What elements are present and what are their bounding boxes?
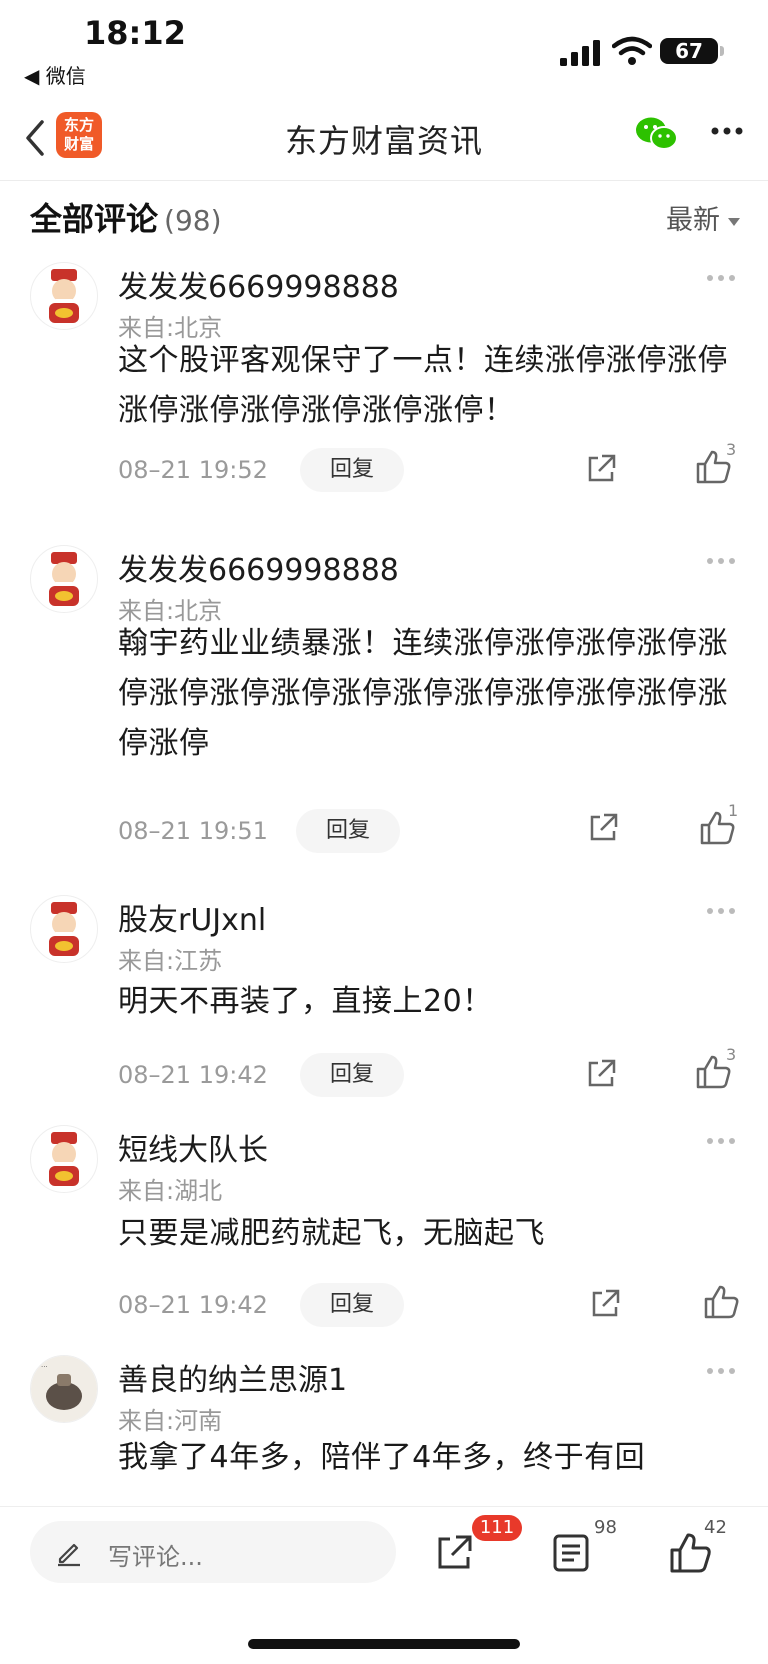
location: 来自:河南: [118, 1407, 223, 1435]
comment-item: 短线大队长 来自:湖北 只要是减肥药就起飞，无脑起飞 08–21 19:42 回…: [0, 1125, 768, 1327]
comment-more-icon[interactable]: [706, 1367, 736, 1375]
username[interactable]: 短线大队长: [118, 1125, 268, 1169]
nav-bar: 东方 财富 东方财富资讯: [0, 100, 768, 181]
share-icon[interactable]: [588, 1287, 622, 1321]
share-icon[interactable]: [584, 452, 618, 486]
comment-text: 只要是减肥药就起飞，无脑起飞: [118, 1216, 545, 1251]
comment-more-icon[interactable]: [706, 557, 736, 565]
comment-item: 发发发6669998888 来自:北京 翰宇药业业绩暴涨！连续涨停涨停涨停涨停涨…: [0, 545, 768, 853]
reply-button[interactable]: 回复: [300, 448, 404, 492]
svg-text:···: ···: [41, 1363, 48, 1371]
caishen-avatar-icon: [49, 552, 79, 606]
comment-count: 98: [594, 1517, 617, 1538]
avatar[interactable]: [30, 262, 98, 330]
comment-text: 翰宇药业业绩暴涨！连续涨停涨停涨停涨停涨停涨停涨停涨停涨停涨停涨停涨停涨停涨停涨…: [118, 626, 728, 761]
comment-more-icon[interactable]: [706, 907, 736, 915]
comments-count: (98): [164, 204, 222, 237]
reply-button[interactable]: 回复: [296, 809, 400, 853]
comment-more-icon[interactable]: [706, 274, 736, 282]
comment-item: 股友rUJxnl 来自:江苏 明天不再装了，直接上20！ 08–21 19:42…: [0, 895, 768, 1097]
reply-button[interactable]: 回复: [300, 1053, 404, 1097]
share-count-badge: 111: [472, 1515, 522, 1541]
more-options-icon[interactable]: [710, 126, 744, 136]
wechat-share-icon[interactable]: [634, 114, 680, 154]
status-time: 18:12: [84, 14, 186, 52]
pot-avatar-icon: ···: [31, 1356, 97, 1422]
comment-input[interactable]: 写评论...: [30, 1521, 396, 1583]
caret-down-icon: [728, 217, 740, 226]
comment-item: ··· 善良的纳兰思源1 来自:河南 我拿了4年多，陪伴了4年多，终于有回: [0, 1355, 768, 1505]
avatar[interactable]: [30, 1125, 98, 1193]
cellular-signal-icon: [560, 40, 600, 66]
comment-date: 08–21 19:52: [118, 456, 268, 484]
pencil-icon: [58, 1543, 80, 1567]
comments-title: 全部评论: [30, 200, 159, 238]
avatar[interactable]: ···: [30, 1355, 98, 1423]
sort-dropdown[interactable]: 最新: [666, 198, 740, 237]
caishen-avatar-icon: [49, 902, 79, 956]
comment-date: 08–21 19:51: [118, 817, 268, 845]
back-to-wechat[interactable]: ◀ 微信: [24, 60, 86, 89]
status-bar: 18:12 ◀ 微信 67: [0, 0, 768, 96]
like-count: 42: [704, 1517, 727, 1538]
caishen-avatar-icon: [49, 1132, 79, 1186]
comment-date: 08–21 19:42: [118, 1061, 268, 1089]
avatar[interactable]: [30, 895, 98, 963]
like-count: 3: [726, 440, 737, 459]
username[interactable]: 股友rUJxnl: [118, 895, 266, 939]
comment-text: 这个股评客观保守了一点！连续涨停涨停涨停涨停涨停涨停涨停涨停涨停！: [118, 343, 728, 428]
wifi-icon: [612, 36, 652, 65]
share-icon[interactable]: [434, 1533, 474, 1573]
reply-button[interactable]: 回复: [300, 1283, 404, 1327]
username[interactable]: 发发发6669998888: [118, 262, 399, 306]
comment-more-icon[interactable]: [706, 1137, 736, 1145]
sort-label: 最新: [666, 205, 720, 236]
comment-text: 我拿了4年多，陪伴了4年多，终于有回: [118, 1440, 646, 1475]
back-arrow-icon[interactable]: [16, 114, 56, 162]
share-icon[interactable]: [584, 1057, 618, 1091]
bottom-bar: 写评论... 111 98 42: [0, 1506, 768, 1664]
avatar[interactable]: [30, 545, 98, 613]
location: 来自:湖北: [118, 1177, 223, 1205]
location: 来自:江苏: [118, 947, 223, 975]
home-indicator[interactable]: [248, 1639, 520, 1649]
comment-item: 发发发6669998888 来自:北京 这个股评客观保守了一点！连续涨停涨停涨停…: [0, 262, 768, 502]
caishen-avatar-icon: [49, 269, 79, 323]
battery-cap: [720, 46, 724, 56]
battery-level: 67: [660, 38, 718, 64]
thumbs-up-icon[interactable]: [702, 1283, 740, 1321]
comments-header: 全部评论 (98) 最新: [30, 194, 740, 242]
app-logo: 东方 财富: [56, 112, 102, 158]
share-icon[interactable]: [586, 811, 620, 845]
like-count: 1: [728, 801, 739, 820]
like-count: 3: [726, 1045, 737, 1064]
username[interactable]: 善良的纳兰思源1: [118, 1355, 347, 1399]
comment-date: 08–21 19:42: [118, 1291, 268, 1319]
comments-list-icon[interactable]: [552, 1533, 590, 1573]
comment-text: 明天不再装了，直接上20！: [118, 984, 493, 1019]
username[interactable]: 发发发6669998888: [118, 545, 399, 589]
comment-placeholder: 写评论...: [108, 1543, 203, 1571]
